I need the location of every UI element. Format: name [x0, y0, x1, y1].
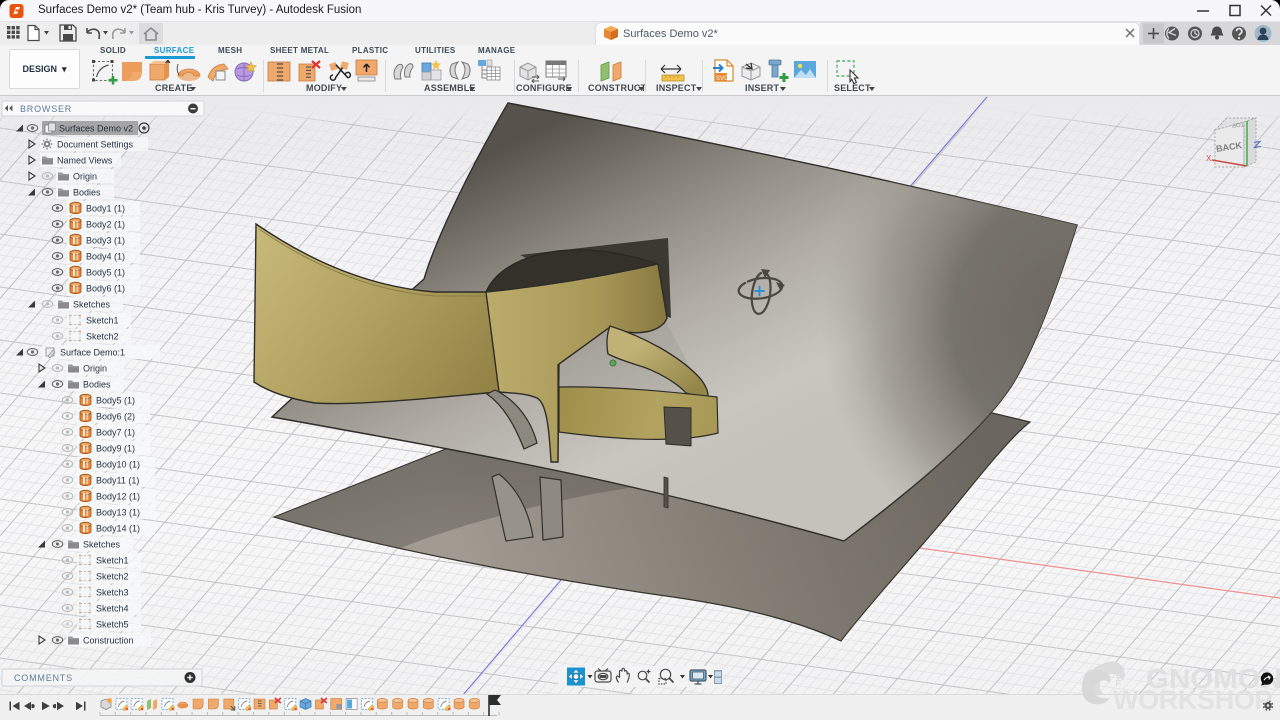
svg-text:Sketch1: Sketch1	[86, 316, 119, 326]
svg-text:Sketch1: Sketch1	[96, 556, 129, 566]
svg-text:Document Settings: Document Settings	[57, 140, 134, 150]
svg-text:MODIFY: MODIFY	[306, 83, 342, 93]
svg-text:Body2 (1): Body2 (1)	[86, 220, 125, 230]
svg-text:Surfaces Demo v2*: Surfaces Demo v2*	[623, 28, 718, 40]
svg-text:CREATE: CREATE	[155, 83, 193, 93]
svg-text:SELECT: SELECT	[834, 83, 871, 93]
svg-text:Surface Demo:1: Surface Demo:1	[60, 348, 125, 358]
svg-text:Body4 (1): Body4 (1)	[86, 252, 125, 262]
svg-text:Sketch2: Sketch2	[96, 572, 129, 582]
svg-text:Construction: Construction	[83, 636, 134, 646]
svg-text:Bodies: Bodies	[73, 188, 101, 198]
svg-text:Named Views: Named Views	[57, 156, 113, 166]
svg-text:CONFIGURE: CONFIGURE	[516, 83, 572, 93]
svg-text:Body13 (1): Body13 (1)	[96, 508, 140, 518]
svg-text:Sketch3: Sketch3	[96, 588, 129, 598]
svg-text:X: X	[1206, 154, 1212, 163]
svg-text:Body12 (1): Body12 (1)	[96, 492, 140, 502]
svg-text:Body11 (1): Body11 (1)	[96, 476, 139, 486]
svg-text:Origin: Origin	[73, 172, 97, 182]
svg-text:Sketches: Sketches	[83, 540, 121, 550]
svg-text:CONSTRUCT: CONSTRUCT	[588, 83, 647, 93]
svg-text:INSPECT: INSPECT	[656, 83, 697, 93]
svg-text:Body5 (1): Body5 (1)	[86, 268, 125, 278]
svg-text:Sketch4: Sketch4	[96, 604, 129, 614]
svg-text:COMMENTS: COMMENTS	[14, 673, 73, 683]
svg-text:Bodies: Bodies	[83, 380, 111, 390]
svg-text:SVG: SVG	[716, 76, 729, 82]
svg-text:Body6 (1): Body6 (1)	[86, 284, 125, 294]
svg-text:Sketch5: Sketch5	[96, 620, 129, 630]
svg-text:Body9 (1): Body9 (1)	[96, 444, 135, 454]
svg-text:Body6 (2): Body6 (2)	[96, 412, 135, 422]
svg-text:Surfaces Demo v2: Surfaces Demo v2	[59, 124, 133, 134]
svg-text:WORKSHOP: WORKSHOP	[1113, 685, 1273, 715]
svg-text:ASSEMBLE: ASSEMBLE	[424, 83, 476, 93]
svg-text:Sketch2: Sketch2	[86, 332, 119, 342]
svg-text:Body7 (1): Body7 (1)	[96, 428, 135, 438]
svg-text:Body14 (1): Body14 (1)	[96, 524, 140, 534]
svg-text:INSERT: INSERT	[745, 83, 780, 93]
svg-text:Body3 (1): Body3 (1)	[86, 236, 125, 246]
svg-text:Origin: Origin	[83, 364, 107, 374]
svg-text:Body10 (1): Body10 (1)	[96, 460, 140, 470]
svg-text:BROWSER: BROWSER	[20, 104, 72, 114]
svg-text:Body5 (1): Body5 (1)	[96, 396, 135, 406]
svg-text:Sketches: Sketches	[73, 300, 111, 310]
svg-text:Body1 (1): Body1 (1)	[86, 204, 125, 214]
